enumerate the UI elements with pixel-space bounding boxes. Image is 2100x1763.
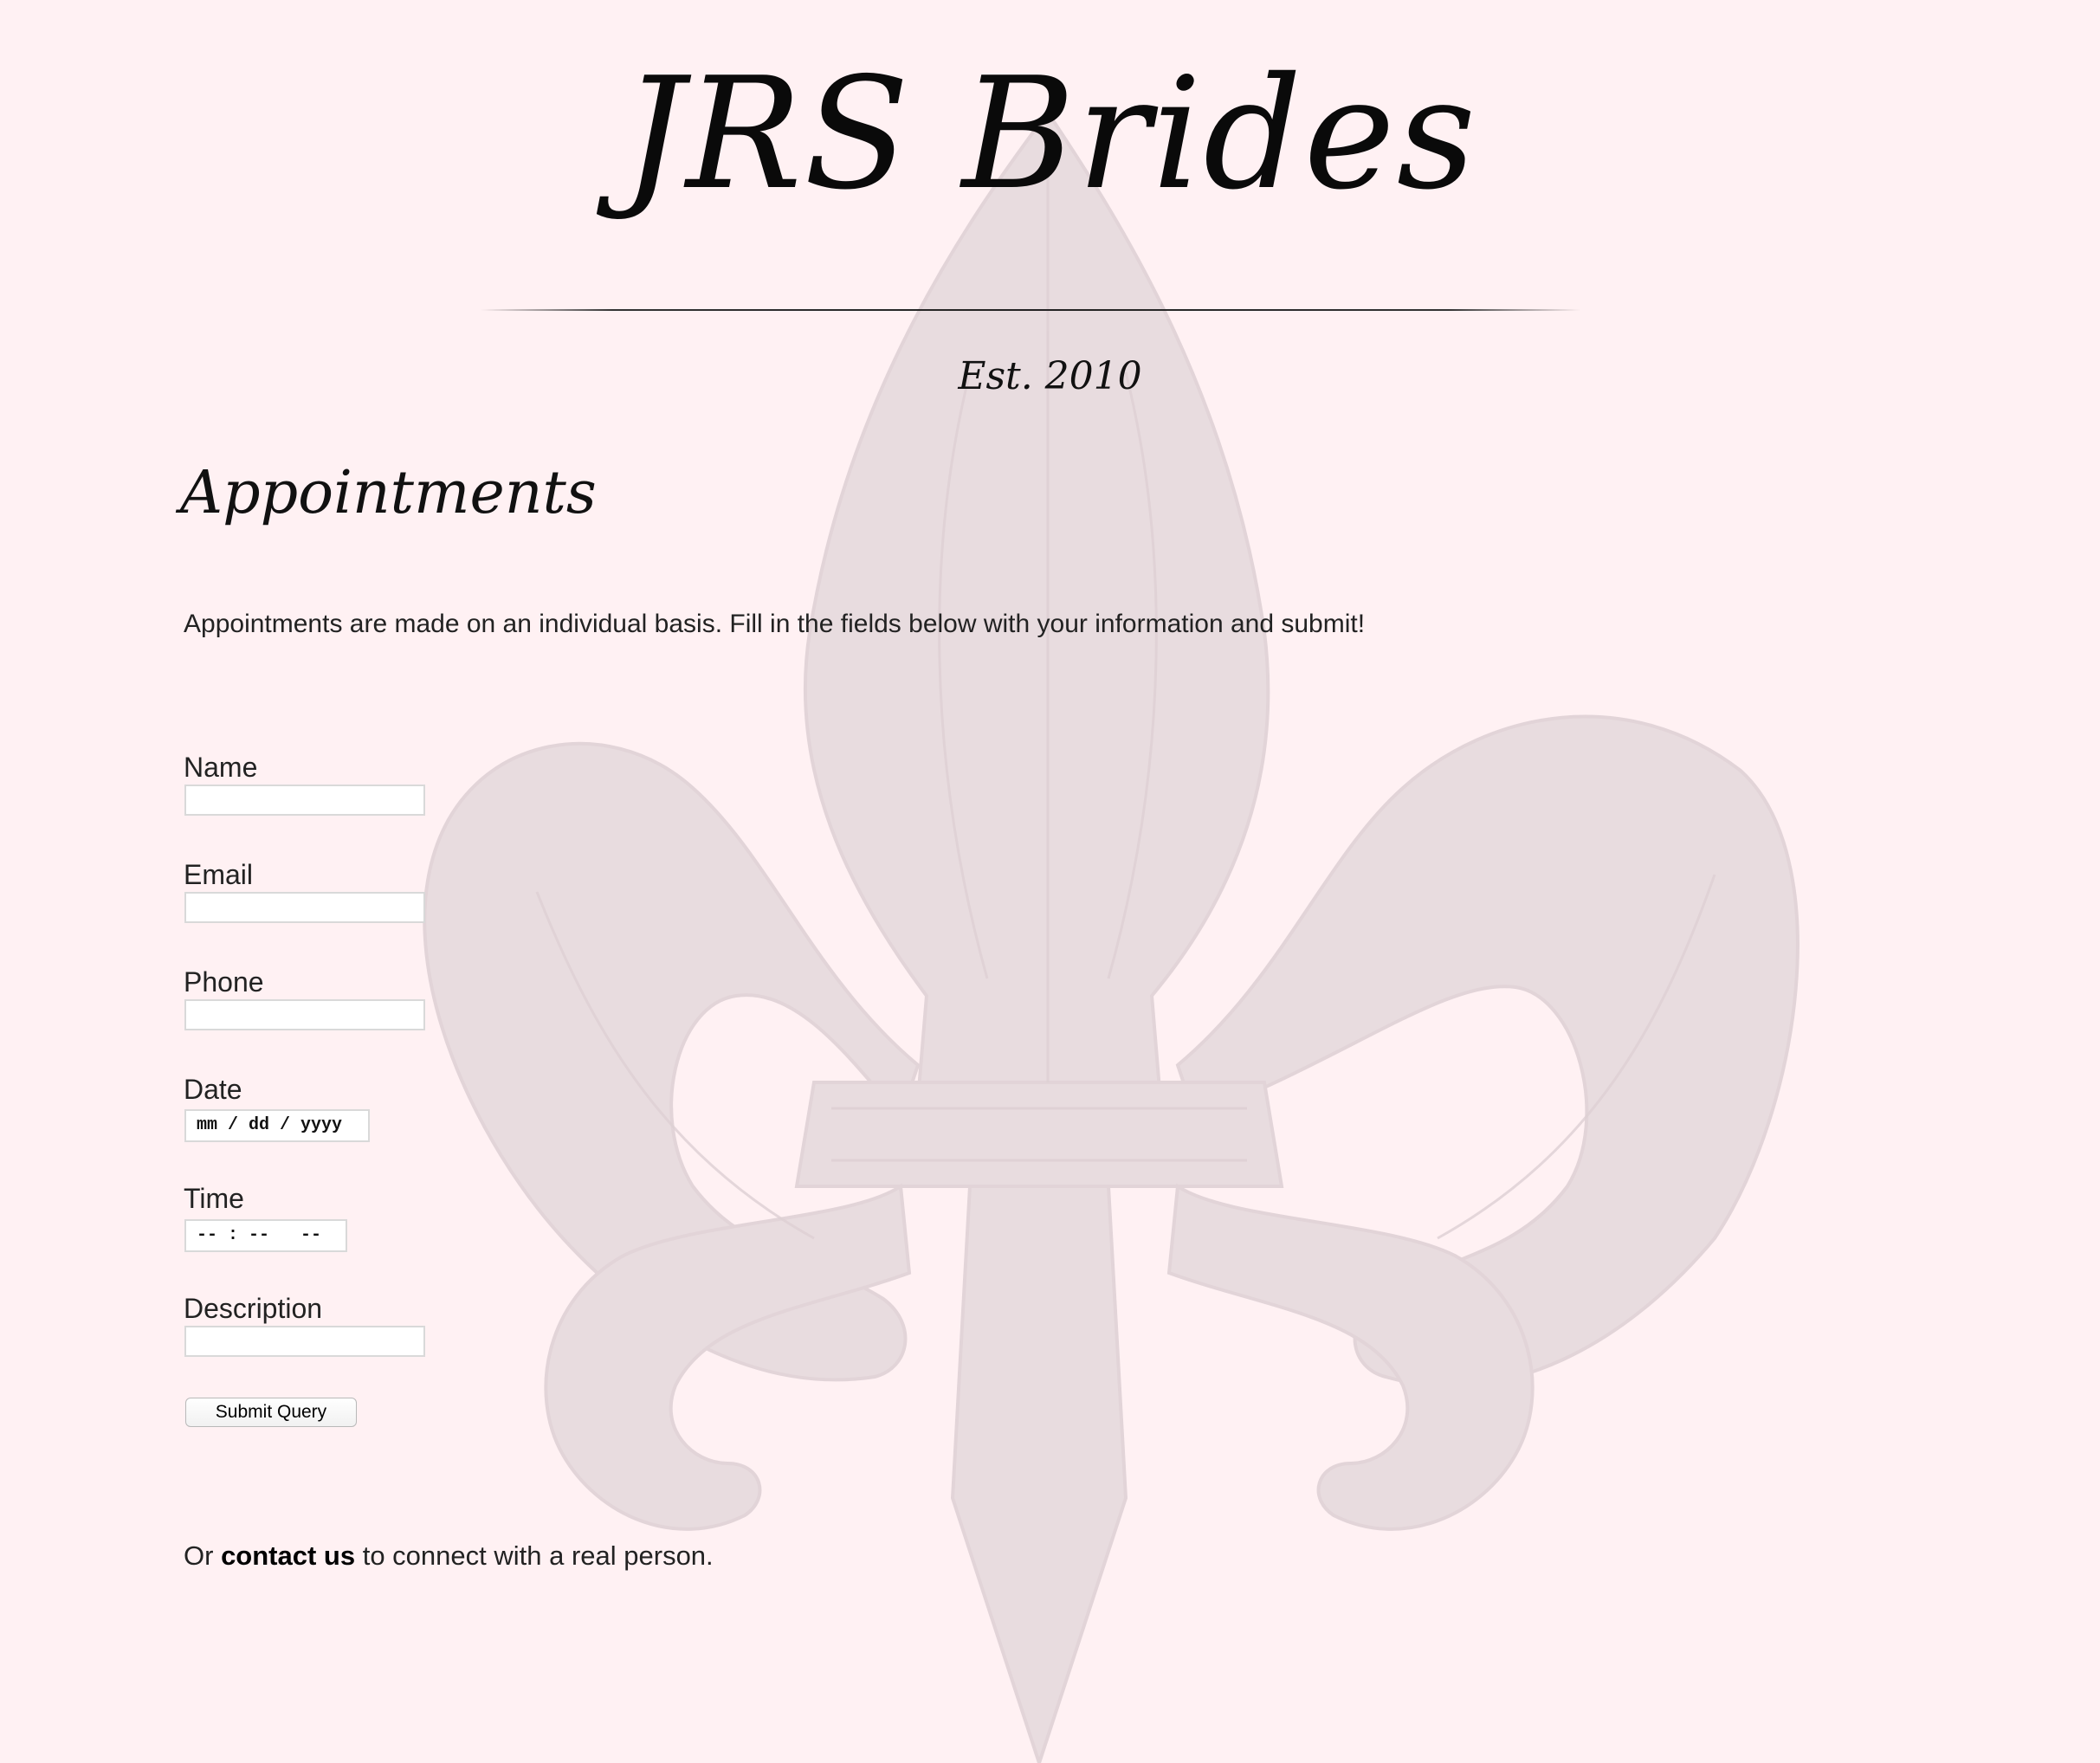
contact-note: Or contact us to connect with a real per… xyxy=(184,1535,714,1577)
date-input[interactable]: mm / dd / yyyy xyxy=(184,1109,370,1142)
date-label: Date xyxy=(184,1074,242,1105)
brand-title: JRS Brides xyxy=(622,44,1478,223)
contact-note-prefix: Or xyxy=(184,1540,222,1571)
appointments-heading: Appointments xyxy=(180,459,597,527)
header-divider xyxy=(481,309,1580,311)
email-input[interactable] xyxy=(184,892,425,923)
email-label: Email xyxy=(184,859,254,890)
page: JRS Brides Est. 2010 Appointments Appoin… xyxy=(0,0,2100,1763)
description-label: Description xyxy=(184,1293,323,1324)
contact-note-suffix: to connect with a real person. xyxy=(355,1540,714,1571)
established-tagline: Est. 2010 xyxy=(958,354,1142,398)
time-label: Time xyxy=(184,1183,244,1214)
time-input[interactable]: -- : -- -- xyxy=(184,1219,347,1252)
name-input[interactable] xyxy=(184,785,425,816)
phone-input[interactable] xyxy=(184,999,425,1030)
description-input[interactable] xyxy=(184,1326,425,1357)
phone-label: Phone xyxy=(184,966,264,998)
contact-us-link[interactable]: contact us xyxy=(221,1540,355,1571)
name-label: Name xyxy=(184,752,258,783)
submit-query-button[interactable]: Submit Query xyxy=(185,1398,357,1427)
appointments-intro: Appointments are made on an individual b… xyxy=(184,610,1366,638)
